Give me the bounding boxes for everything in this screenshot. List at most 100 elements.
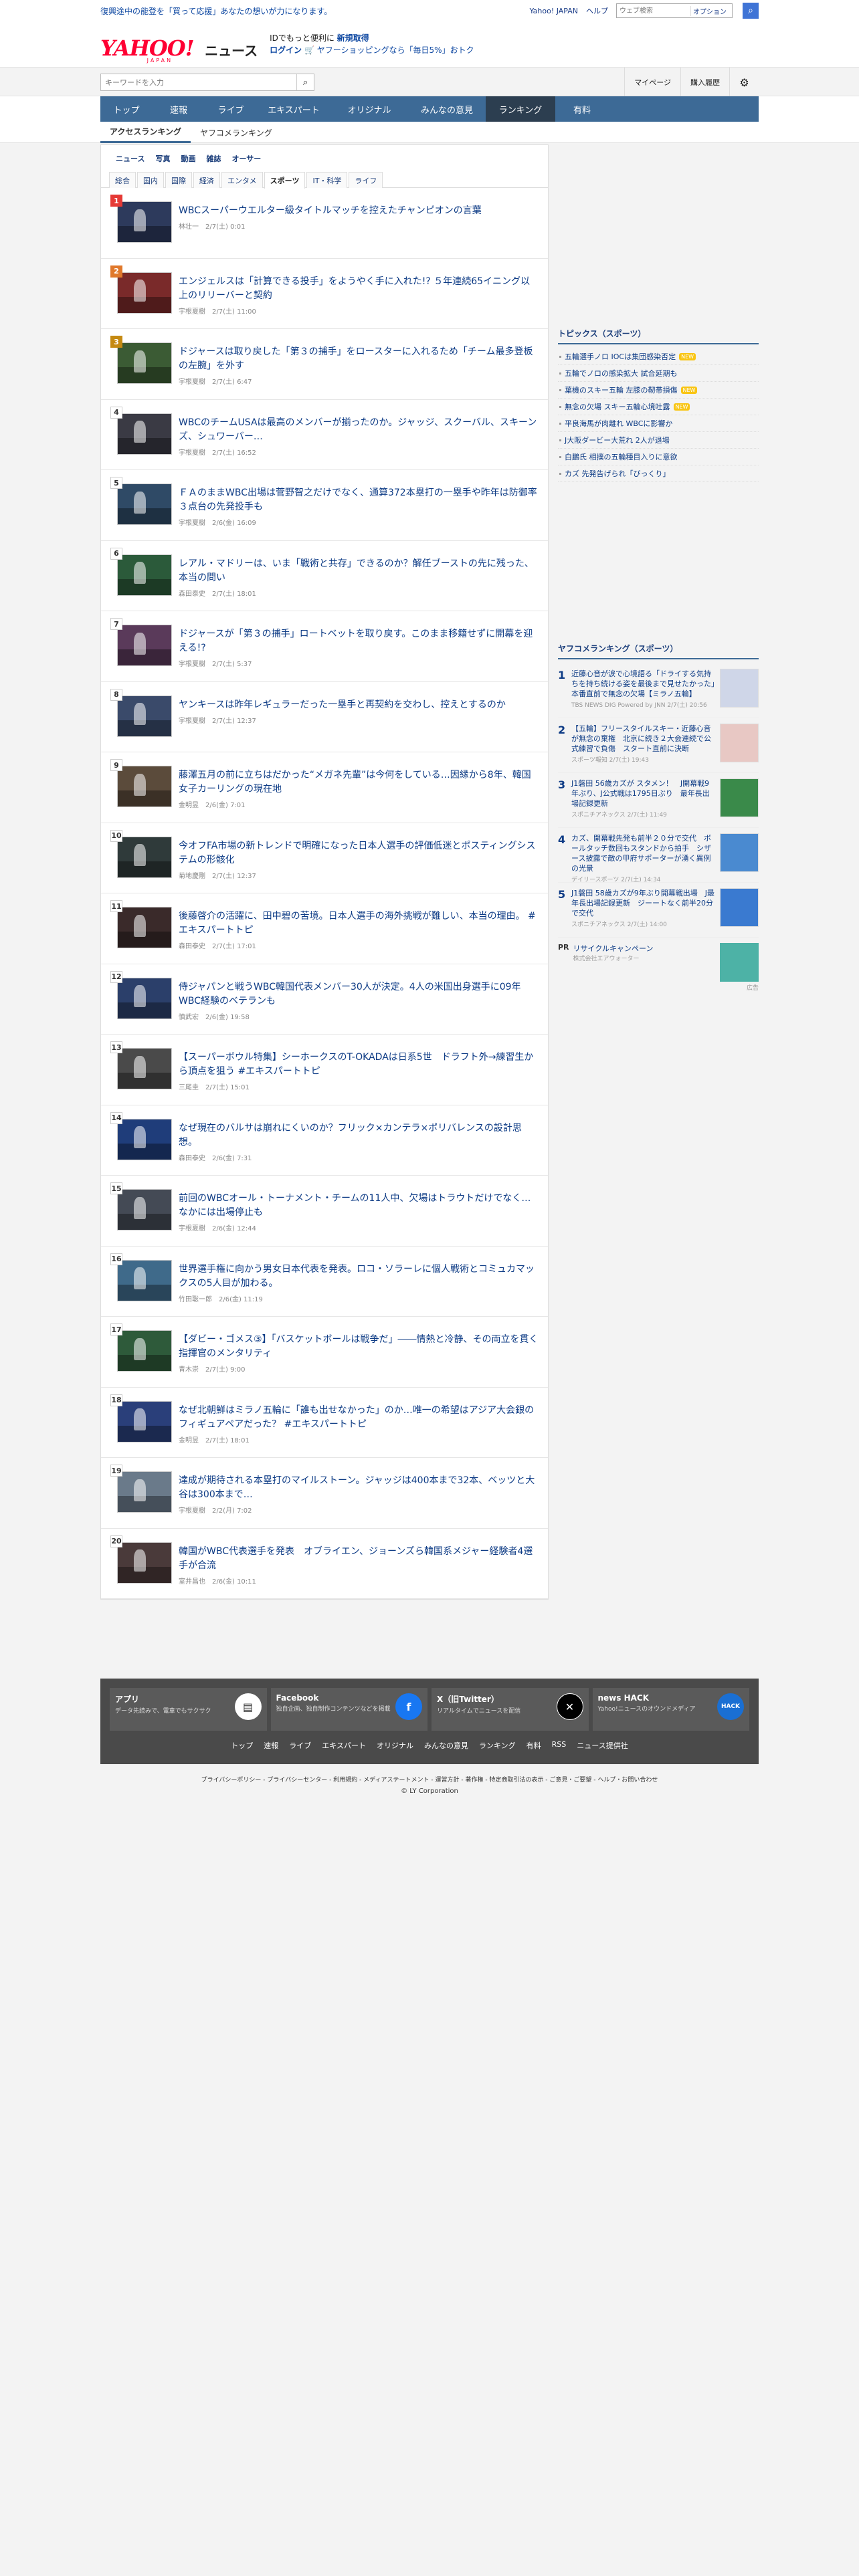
nav-tab-original[interactable]: オリジナル	[330, 96, 408, 122]
mypage-link[interactable]: マイページ	[624, 68, 680, 97]
footer-nav-link[interactable]: エキスパート	[322, 1740, 366, 1751]
web-search-input[interactable]	[617, 4, 690, 17]
ranking-item[interactable]: 15 前回のWBCオール・トーナメント・チームの11人中、欠場はトラウトだけでなく…	[101, 1176, 548, 1247]
subtab-domestic[interactable]: 国内	[137, 172, 164, 188]
tab-photo[interactable]: 写真	[150, 153, 175, 164]
article-title[interactable]: 【ダビー・ゴメス③】「バスケットボールは戦争だ」――情熱と冷静、その両立を貫く指…	[179, 1333, 539, 1361]
ranking-item[interactable]: 7 ドジャースが「第３の捕手」ロートベットを取り戻す。このまま移籍せずに開幕を迎え…	[101, 611, 548, 682]
nav-tab-breaking[interactable]: 速報	[153, 96, 205, 122]
footer-nav-link[interactable]: 有料	[527, 1740, 541, 1751]
topic-link[interactable]: 五輪でノロの感染拡大 試合延期も	[565, 368, 678, 379]
comment-rank-title[interactable]: J1磐田 58歳カズが9年ぶり開幕戦出場 J最年長出場記録更新 ジーートなく前半…	[571, 888, 716, 918]
ranking-item[interactable]: 12 侍ジャパンと戦うWBC韓国代表メンバー30人が決定。4人の米国出身選手に09…	[101, 964, 548, 1035]
comment-rank-title[interactable]: 【五輪】フリースタイルスキー・近藤心音が無念の棄権 北京に続き２大会連続で公式練…	[571, 724, 716, 754]
article-title[interactable]: 【スーパーボウル特集】シーホークスのT-OKADAは日系5世 ドラフト外→練習生…	[179, 1051, 539, 1079]
footer-nav-link[interactable]: RSS	[552, 1740, 567, 1751]
pr-ad[interactable]: PR リサイクルキャンペーン 株式会社エアウォーター	[558, 938, 759, 982]
tab-access-ranking[interactable]: アクセスランキング	[100, 122, 191, 143]
top-ad-link[interactable]: 復興途中の能登を「買って応援」あなたの想いが力になります。	[100, 5, 332, 17]
topic-link[interactable]: 平良海馬が肉離れ WBCに影響か	[565, 418, 672, 429]
ranking-item[interactable]: 20 韓国がWBC代表選手を発表 オブライエン、ジョーンズら韓国系メジャー経験者4…	[101, 1529, 548, 1599]
footer-nav-link[interactable]: オリジナル	[377, 1740, 413, 1751]
article-title[interactable]: 前回のWBCオール・トーナメント・チームの11人中、欠場はトラウトだけでなく…な…	[179, 1192, 539, 1220]
tab-comment-ranking[interactable]: ヤフコメランキング	[191, 122, 282, 143]
nav-tab-ranking[interactable]: ランキング	[486, 96, 555, 122]
footer-nav-link[interactable]: ニュース提供社	[577, 1740, 628, 1751]
ranking-item[interactable]: 10 今オフFA市場の新トレンドで明確になった日本人選手の評価低迷とポスティングシ…	[101, 823, 548, 893]
subtab-sports[interactable]: スポーツ	[264, 172, 306, 189]
footer-nav-link[interactable]: トップ	[231, 1740, 253, 1751]
purchase-history-link[interactable]: 購入履歴	[680, 68, 729, 97]
article-title[interactable]: ドジャースは取り戻した「第３の捕手」をロースターに入れるため「チーム最多登板の左…	[179, 345, 539, 373]
article-title[interactable]: 今オフFA市場の新トレンドで明確になった日本人選手の評価低迷とポスティングシステ…	[179, 839, 539, 867]
comment-rank-title[interactable]: カズ、開幕戦先発も前半２０分で交代 ボールタッチ数回もスタンドから拍手 シザース…	[571, 833, 716, 873]
legal-links[interactable]: プライバシーポリシー - プライバシーセンター - 利用規約 - メディアステー…	[0, 1775, 859, 1784]
comment-ranking-item[interactable]: 5 J1磐田 58歳カズが9年ぶり開幕戦出場 J最年長出場記録更新 ジーートなく前…	[558, 883, 759, 938]
ranking-item[interactable]: 3 ドジャースは取り戻した「第３の捕手」をロースターに入れるため「チーム最多登板の…	[101, 329, 548, 400]
article-title[interactable]: WBCスーパーウエルター級タイトルマッチを控えたチャンピオンの言葉	[179, 204, 539, 218]
ranking-item[interactable]: 8 ヤンキースは昨年レギュラーだった一塁手と再契約を交わし、控えとするのか 宇根夏樹…	[101, 682, 548, 752]
nav-tab-opinion[interactable]: みんなの意見	[408, 96, 486, 122]
subtab-international[interactable]: 国際	[165, 172, 192, 188]
ranking-item[interactable]: 19 達成が期待される本塁打のマイルストーン。ジャッジは400本まで32本、ベッツ…	[101, 1458, 548, 1529]
article-title[interactable]: WBCのチームUSAは最高のメンバーが揃ったのか。ジャッジ、スクーバル、スキーン…	[179, 416, 539, 444]
login-link[interactable]: ログイン	[270, 45, 302, 55]
topic-link[interactable]: 五輪選手ノロ IOCは集団感染否定	[565, 351, 676, 362]
signup-link[interactable]: 新規取得	[337, 33, 369, 43]
tab-video[interactable]: 動画	[175, 153, 201, 164]
article-title[interactable]: なぜ北朝鮮はミラノ五輪に「誰も出せなかった」のか…唯一の希望はアジア大会銀のフィ…	[179, 1404, 539, 1432]
yahoo-japan-link[interactable]: Yahoo! JAPAN	[529, 7, 578, 15]
search-icon[interactable]: ⌕	[743, 3, 759, 19]
comment-ranking-item[interactable]: 2 【五輪】フリースタイルスキー・近藤心音が無念の棄権 北京に続き２大会連続で公式…	[558, 718, 759, 773]
topic-item[interactable]: 五輪でノロの感染拡大 試合延期も	[558, 365, 759, 382]
ranking-item[interactable]: 1 WBCスーパーウエルター級タイトルマッチを控えたチャンピオンの言葉 林壮一 2/…	[101, 188, 548, 259]
subtab-it-science[interactable]: IT・科学	[306, 172, 348, 188]
footer-card-app[interactable]: アプリ データ先読みで、電車でもサクサク ▤	[110, 1688, 267, 1731]
gear-icon[interactable]: ⚙	[729, 68, 759, 97]
footer-card-newshack[interactable]: news HACK Yahoo!ニュースのオウンドメディア HACK	[592, 1688, 749, 1731]
footer-card-facebook[interactable]: Facebook 独自企画、独自制作コンテンツなどを掲載 f	[270, 1688, 427, 1731]
article-title[interactable]: ＦＡのままWBC出場は菅野智之だけでなく、通算372本塁打の一塁手や昨年は防御率…	[179, 486, 539, 514]
topic-item[interactable]: 五輪選手ノロ IOCは集団感染否定 NEW	[558, 348, 759, 365]
topic-link[interactable]: 葉機のスキー五輪 左膝の靭帯損傷	[565, 385, 678, 395]
ranking-item[interactable]: 14 なぜ現在のバルサは崩れにくいのか？フリック×カンテラ×ポリバレンスの設計思想…	[101, 1105, 548, 1176]
footer-nav-link[interactable]: 速報	[264, 1740, 278, 1751]
topic-item[interactable]: 平良海馬が肉離れ WBCに影響か	[558, 415, 759, 432]
comment-ranking-item[interactable]: 1 近藤心音が涙で心境語る「ドライする気持ちを持ち続ける姿を最後まで見せたかった」…	[558, 663, 759, 718]
subtab-life[interactable]: ライフ	[349, 172, 383, 188]
keyword-search-input[interactable]	[101, 74, 296, 90]
comment-ranking-item[interactable]: 4 カズ、開幕戦先発も前半２０分で交代 ボールタッチ数回もスタンドから拍手 シザー…	[558, 828, 759, 883]
topic-item[interactable]: 葉機のスキー五輪 左膝の靭帯損傷 NEW	[558, 382, 759, 399]
nav-tab-paid[interactable]: 有料	[555, 96, 609, 122]
nav-tab-live[interactable]: ライブ	[205, 96, 257, 122]
ranking-item[interactable]: 11 後藤啓介の活躍に、田中碧の苦境。日本人選手の海外挑戦が難しい、本当の理由。 …	[101, 893, 548, 964]
article-title[interactable]: エンジェルスは「計算できる投手」をようやく手に入れた!? ５年連続65イニング以…	[179, 275, 539, 303]
footer-card-x[interactable]: X（旧Twitter） リアルタイムでニュースを配信 ✕	[432, 1688, 589, 1731]
subtab-entertainment[interactable]: エンタメ	[221, 172, 263, 188]
ranking-item[interactable]: 18 なぜ北朝鮮はミラノ五輪に「誰も出せなかった」のか…唯一の希望はアジア大会銀の…	[101, 1388, 548, 1458]
nav-tab-top[interactable]: トップ	[100, 96, 153, 122]
article-title[interactable]: 藤澤五月の前に立ちはだかった“メガネ先輩”は今何をしている…因縁から8年、韓国女…	[179, 768, 539, 796]
topic-item[interactable]: 白鵬氏 相撲の五輪種目入りに意欲	[558, 449, 759, 465]
topic-link[interactable]: 白鵬氏 相撲の五輪種目入りに意欲	[565, 451, 678, 462]
tab-news[interactable]: ニュース	[110, 153, 150, 164]
tab-magazine[interactable]: 雑誌	[201, 153, 226, 164]
footer-nav-link[interactable]: ランキング	[479, 1740, 516, 1751]
search-option[interactable]: オプション	[690, 5, 729, 16]
ranking-item[interactable]: 16 世界選手権に向かう男女日本代表を発表。ロコ・ソラーレに個人戦術とコミュカマッ…	[101, 1247, 548, 1317]
topic-item[interactable]: J大阪ダービー大荒れ 2人が退場	[558, 432, 759, 449]
yahoo-news-logo[interactable]: YAHOO! JAPAN ニュース	[100, 28, 258, 64]
article-title[interactable]: ヤンキースは昨年レギュラーだった一塁手と再契約を交わし、控えとするのか	[179, 698, 539, 712]
comment-rank-title[interactable]: J1磐田 56歳カズが スタメン！ J開幕戦9年ぶり、J公式戦は1795日ぶり …	[571, 778, 716, 809]
ranking-item[interactable]: 9 藤澤五月の前に立ちはだかった“メガネ先輩”は今何をしている…因縁から8年、韓国…	[101, 752, 548, 823]
ranking-item[interactable]: 6 レアル・マドリーは、いま「戦術と共存」できるのか？解任ブーストの先に残った、本…	[101, 541, 548, 611]
subtab-general[interactable]: 総合	[109, 172, 136, 188]
topic-item[interactable]: カズ 先発告げられ「びっくり」	[558, 465, 759, 482]
article-title[interactable]: レアル・マドリーは、いま「戦術と共存」できるのか？解任ブーストの先に残った、本当…	[179, 557, 539, 585]
ranking-item[interactable]: 5 ＦＡのままWBC出場は菅野智之だけでなく、通算372本塁打の一塁手や昨年は防御…	[101, 470, 548, 541]
ranking-item[interactable]: 13 【スーパーボウル特集】シーホークスのT-OKADAは日系5世 ドラフト外→練…	[101, 1035, 548, 1105]
help-link[interactable]: ヘルプ	[586, 5, 608, 16]
article-title[interactable]: 侍ジャパンと戦うWBC韓国代表メンバー30人が決定。4人の米国出身選手に09年W…	[179, 980, 539, 1008]
article-title[interactable]: 後藤啓介の活躍に、田中碧の苦境。日本人選手の海外挑戦が難しい、本当の理由。 #エ…	[179, 909, 539, 938]
ranking-item[interactable]: 17 【ダビー・ゴメス③】「バスケットボールは戦争だ」――情熱と冷静、その両立を貫…	[101, 1317, 548, 1388]
